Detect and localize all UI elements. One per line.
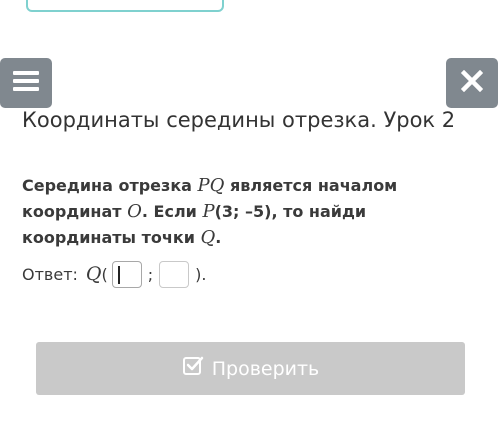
checkbox-check-icon [182,355,212,382]
y-coordinate-input[interactable] [159,260,190,288]
task-text-part: Середина отрезка [22,176,198,195]
math-q: Q [200,227,216,248]
x-coordinate-input[interactable] [111,260,142,288]
open-paren: ( [101,264,108,284]
task-text-part: . Если [141,202,203,221]
close-button[interactable] [446,58,498,108]
answer-point-name: Q [85,263,102,285]
math-pq: PQ [197,175,225,196]
check-button[interactable]: Проверить [36,342,465,395]
check-button-label: Проверить [211,357,320,380]
answer-label: Ответ: [22,264,78,284]
answer-row: Ответ: Q ( ; ). [22,258,206,290]
task-text-part: . [215,228,222,247]
page-title: Координаты середины отрезка. Урок 2 [22,108,456,132]
menu-button[interactable] [0,58,52,108]
task-text: Середина отрезка PQ является началом коо… [22,173,452,251]
close-icon [460,69,484,96]
math-o: O [127,201,142,222]
hamburger-icon [13,70,39,96]
top-input-field[interactable] [26,0,224,12]
coordinate-separator: ; [147,264,154,284]
math-p: P [202,201,215,222]
close-paren: ). [195,264,207,284]
text-cursor [117,265,120,284]
